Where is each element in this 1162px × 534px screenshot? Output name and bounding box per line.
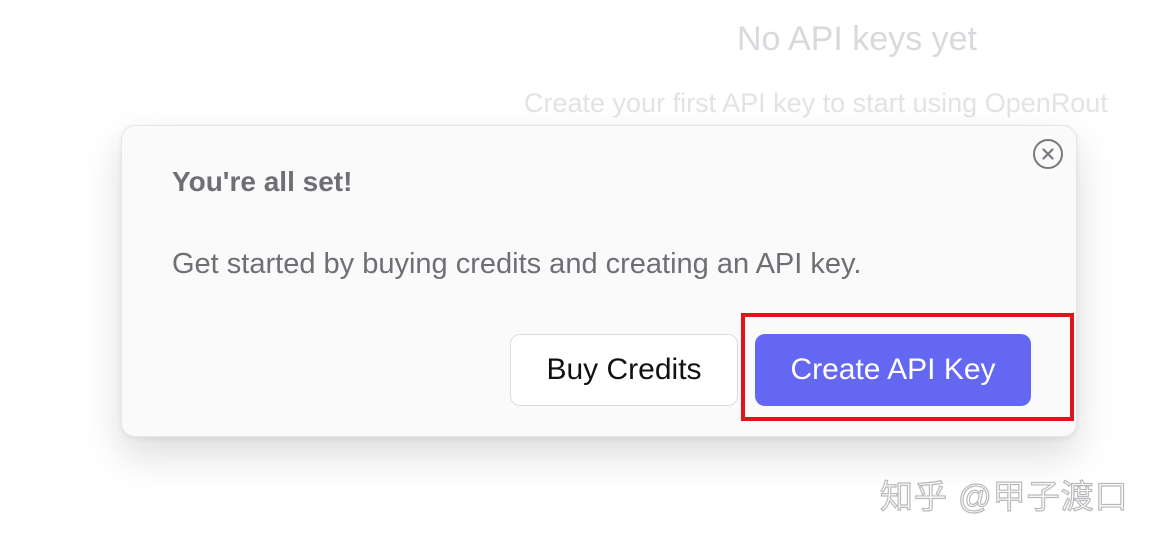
close-icon[interactable] — [1033, 139, 1063, 169]
dialog-title: You're all set! — [172, 166, 353, 197]
empty-state-title: No API keys yet — [737, 20, 977, 58]
dialog-body: Get started by buying credits and creati… — [172, 248, 862, 280]
watermark: 知乎 @甲子渡口 — [879, 477, 1129, 515]
create-api-key-button[interactable]: Create API Key — [755, 334, 1031, 406]
onboarding-dialog: You're all set! Get started by buying cr… — [121, 125, 1077, 437]
empty-state-subtitle: Create your first API key to start using… — [524, 88, 1108, 118]
buy-credits-button[interactable]: Buy Credits — [510, 334, 738, 406]
